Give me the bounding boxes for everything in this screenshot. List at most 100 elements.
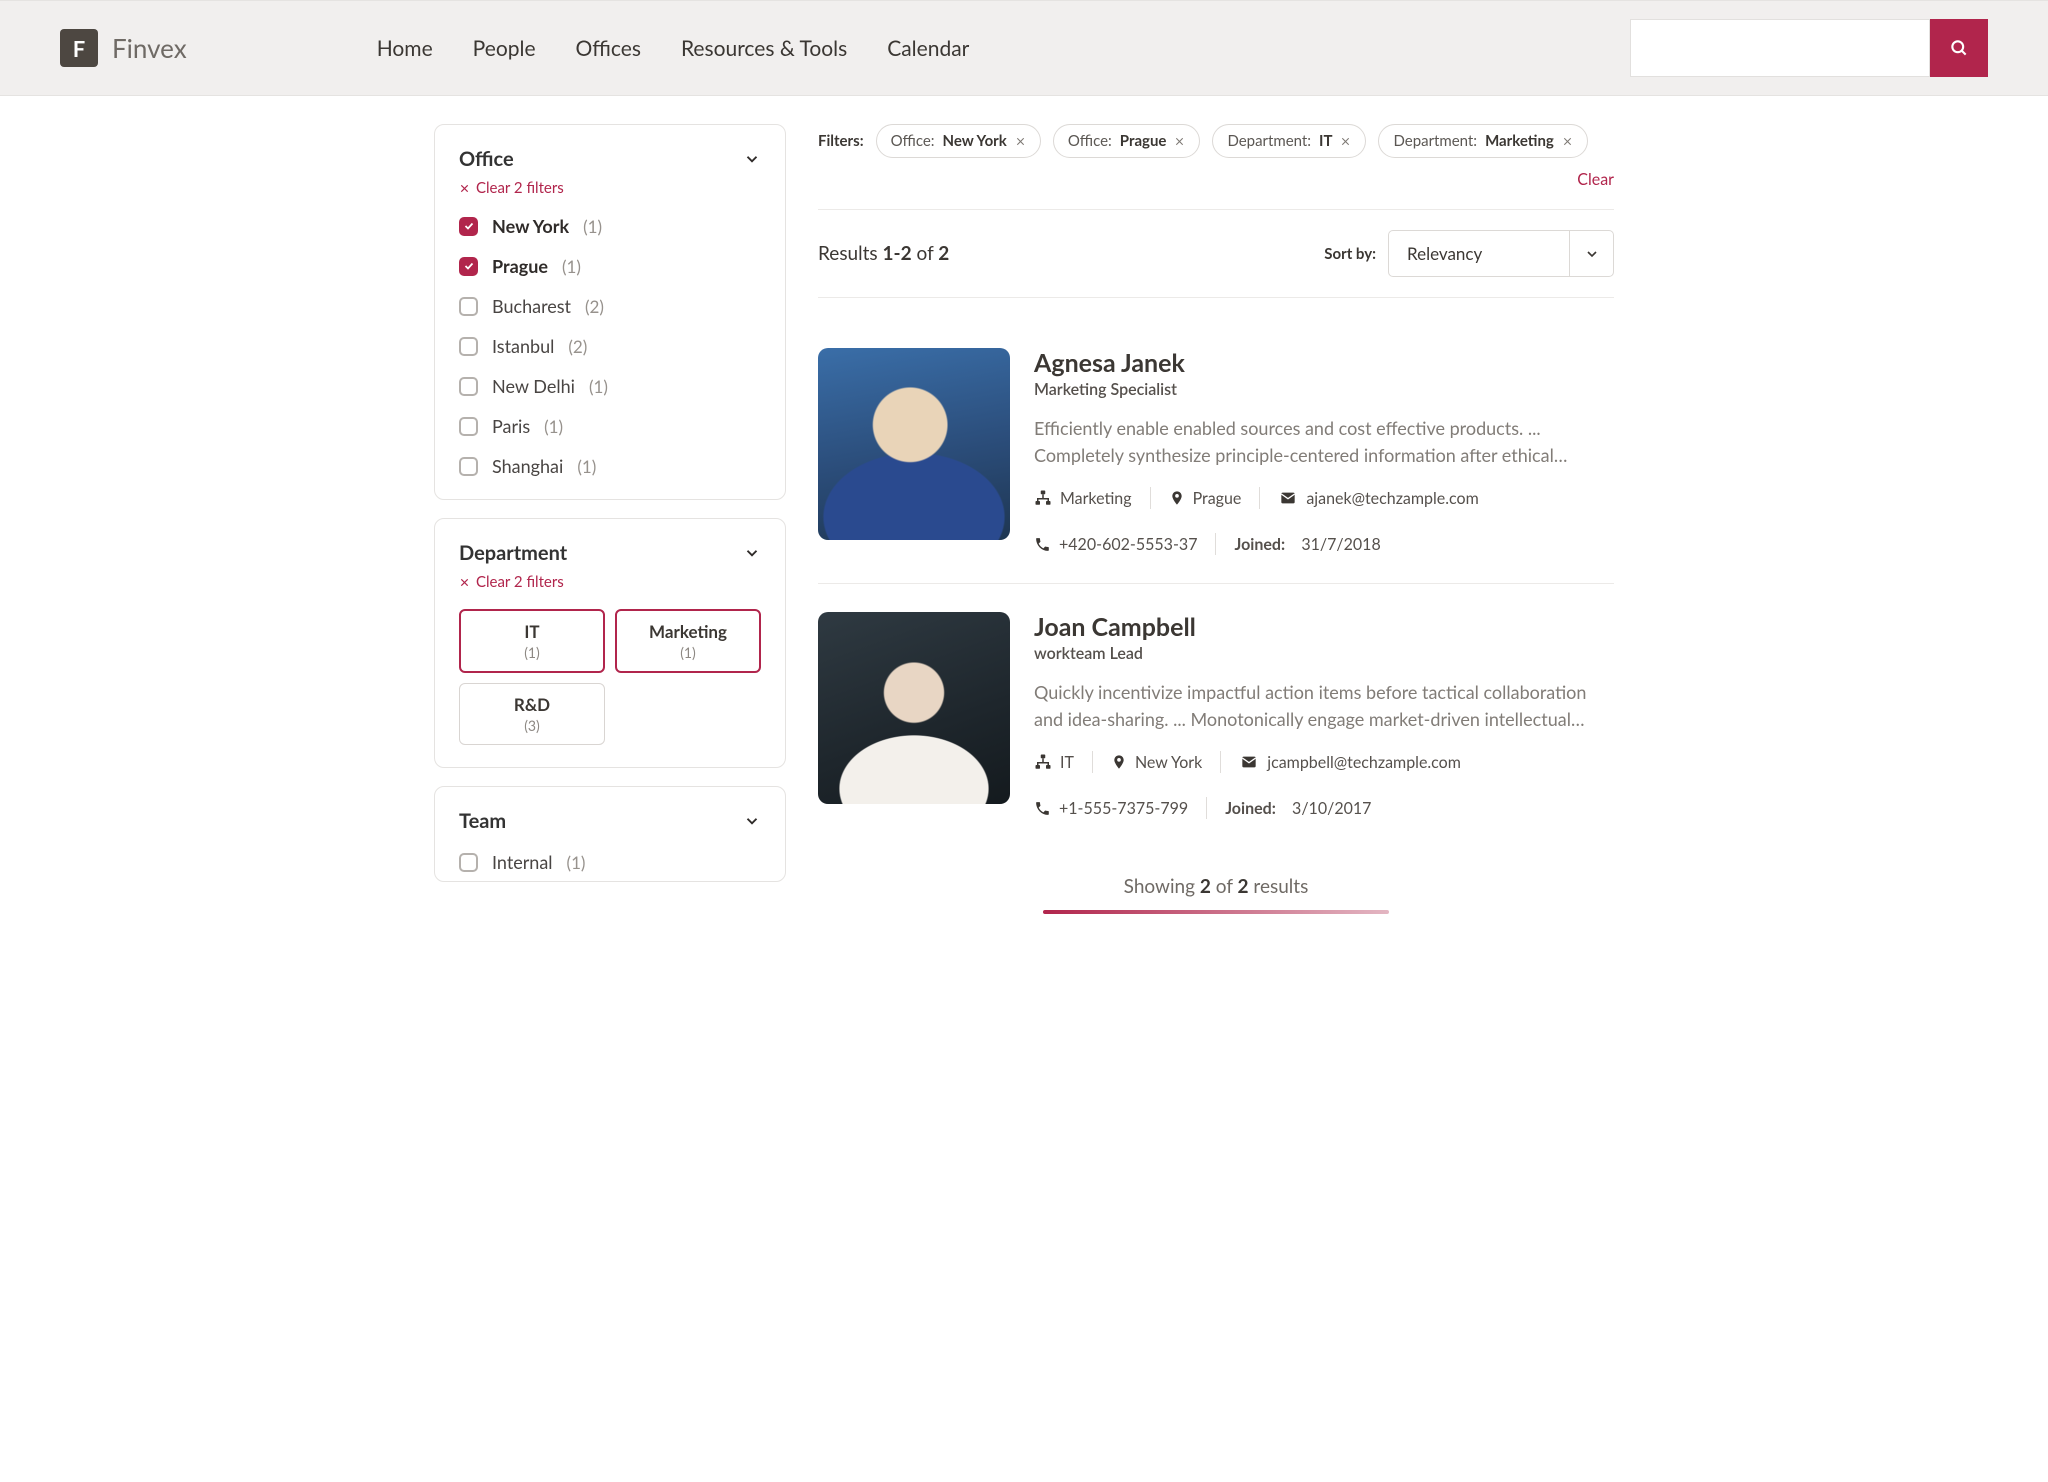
chip-value: Marketing: [1485, 132, 1554, 150]
close-icon: [459, 183, 470, 194]
nav-people[interactable]: People: [473, 36, 536, 61]
nav-offices[interactable]: Offices: [576, 36, 641, 61]
search-input[interactable]: [1630, 19, 1930, 77]
tile-count: (3): [466, 717, 598, 734]
person-dept: IT: [1034, 751, 1074, 773]
checkbox-icon: [459, 337, 478, 356]
filters-label: Filters:: [818, 132, 864, 150]
chevron-down-icon: [743, 150, 761, 168]
avatar: [818, 348, 1010, 540]
person-email: jcampbell@techzample.com: [1239, 751, 1461, 773]
department-tile[interactable]: Marketing(1): [615, 609, 761, 673]
close-icon[interactable]: [1174, 136, 1185, 147]
facet-team: Team Internal (1): [434, 786, 786, 882]
person-description: Quickly incentivize impactful action ite…: [1034, 679, 1614, 733]
chip-key: Office:: [1068, 132, 1112, 150]
close-icon[interactable]: [1015, 136, 1026, 147]
sort-label: Sort by:: [1324, 245, 1376, 263]
facet-office-header[interactable]: Office: [459, 147, 761, 171]
chevron-down-icon: [743, 544, 761, 562]
person-card[interactable]: Joan Campbell workteam Lead Quickly incent…: [818, 584, 1614, 847]
tile-label: IT: [467, 621, 597, 642]
facet-team-title: Team: [459, 809, 506, 833]
nav-home[interactable]: Home: [377, 36, 433, 61]
person-card[interactable]: Agnesa JanekMarketing SpecialistEfficien…: [818, 320, 1614, 584]
facet-department-title: Department: [459, 541, 567, 565]
checkbox-icon: [459, 853, 478, 872]
phone-icon: [1034, 536, 1051, 553]
office-option[interactable]: Shanghai (1): [459, 455, 761, 477]
person-office: Prague: [1169, 487, 1242, 509]
chevron-down-icon: [743, 812, 761, 830]
department-tile[interactable]: R&D (3): [459, 683, 605, 745]
chip-value: IT: [1319, 132, 1332, 150]
chevron-down-icon: [1569, 231, 1613, 276]
phone-icon: [1034, 800, 1051, 817]
person-role: workteam Lead: [1034, 644, 1614, 663]
option-label: Bucharest: [492, 295, 571, 317]
office-option[interactable]: Bucharest (2): [459, 295, 761, 317]
option-count: (1): [589, 376, 608, 397]
progress-bar: [1043, 910, 1389, 914]
facet-team-header[interactable]: Team: [459, 809, 761, 833]
option-label: Internal: [492, 851, 553, 873]
facet-office: Office Clear 2 filters New York (1) Pragu…: [434, 124, 786, 500]
close-icon[interactable]: [1562, 136, 1573, 147]
person-description: Efficiently enable enabled sources and c…: [1034, 415, 1614, 469]
search-button[interactable]: [1930, 19, 1988, 77]
active-filters: Filters: Office:New York Office: Prague Dep…: [818, 124, 1614, 189]
filter-chip[interactable]: Office:New York: [876, 124, 1041, 158]
option-count: (1): [544, 416, 563, 437]
logo-icon: F: [60, 29, 98, 67]
person-joined: Joined: 3/10/2017: [1225, 797, 1371, 819]
person-name: Joan Campbell: [1034, 612, 1614, 642]
sitemap-icon: [1034, 489, 1052, 507]
option-count: (2): [568, 336, 587, 357]
tile-label: R&D: [466, 694, 598, 715]
chip-value: Prague: [1120, 132, 1167, 150]
person-phone: +420-602-5553-37: [1034, 533, 1197, 555]
option-count: (1): [562, 256, 581, 277]
office-option[interactable]: Prague (1): [459, 255, 761, 277]
facet-office-clear[interactable]: Clear 2 filters: [459, 179, 761, 197]
option-count: (1): [567, 852, 586, 873]
tile-count: (1): [623, 644, 753, 661]
facet-department-header[interactable]: Department: [459, 541, 761, 565]
results-footer: Showing 2 of 2 results: [818, 875, 1614, 914]
facet-office-title: Office: [459, 147, 514, 171]
person-email: ajanek@techzample.com: [1278, 487, 1478, 509]
logo[interactable]: F Finvex: [60, 29, 187, 67]
office-option[interactable]: New Delhi (1): [459, 375, 761, 397]
office-option[interactable]: Paris (1): [459, 415, 761, 437]
department-tile[interactable]: IT(1): [459, 609, 605, 673]
sort-value: Relevancy: [1389, 231, 1569, 276]
filter-chip[interactable]: Department: Marketing: [1378, 124, 1587, 158]
mail-icon: [1278, 490, 1298, 506]
sort-dropdown[interactable]: Relevancy: [1388, 230, 1614, 277]
office-option[interactable]: Istanbul (2): [459, 335, 761, 357]
chip-value: New York: [943, 132, 1007, 150]
checkbox-icon: [459, 417, 478, 436]
divider: [818, 209, 1614, 210]
sort-control: Sort by: Relevancy: [1324, 230, 1614, 277]
filter-chip[interactable]: Office: Prague: [1053, 124, 1201, 158]
clear-all-filters[interactable]: Clear: [1577, 170, 1614, 189]
person-dept: Marketing: [1034, 487, 1132, 509]
person-office: New York: [1111, 751, 1202, 773]
pin-icon: [1169, 489, 1185, 507]
sidebar: Office Clear 2 filters New York (1) Pragu…: [434, 124, 786, 914]
team-option[interactable]: Internal (1): [459, 851, 761, 873]
facet-department-clear[interactable]: Clear 2 filters: [459, 573, 761, 591]
office-option[interactable]: New York (1): [459, 215, 761, 237]
person-joined: Joined: 31/7/2018: [1234, 533, 1380, 555]
close-icon[interactable]: [1340, 136, 1351, 147]
person-name: Agnesa Janek: [1034, 348, 1614, 378]
nav-resources[interactable]: Resources & Tools: [681, 36, 847, 61]
option-count: (1): [583, 216, 602, 237]
checkbox-icon: [459, 377, 478, 396]
filter-chip[interactable]: Department:IT: [1212, 124, 1366, 158]
chip-key: Department:: [1393, 132, 1477, 150]
option-label: Paris: [492, 415, 530, 437]
results-summary: Showing 2 of 2 results: [818, 875, 1614, 898]
nav-calendar[interactable]: Calendar: [887, 36, 969, 61]
